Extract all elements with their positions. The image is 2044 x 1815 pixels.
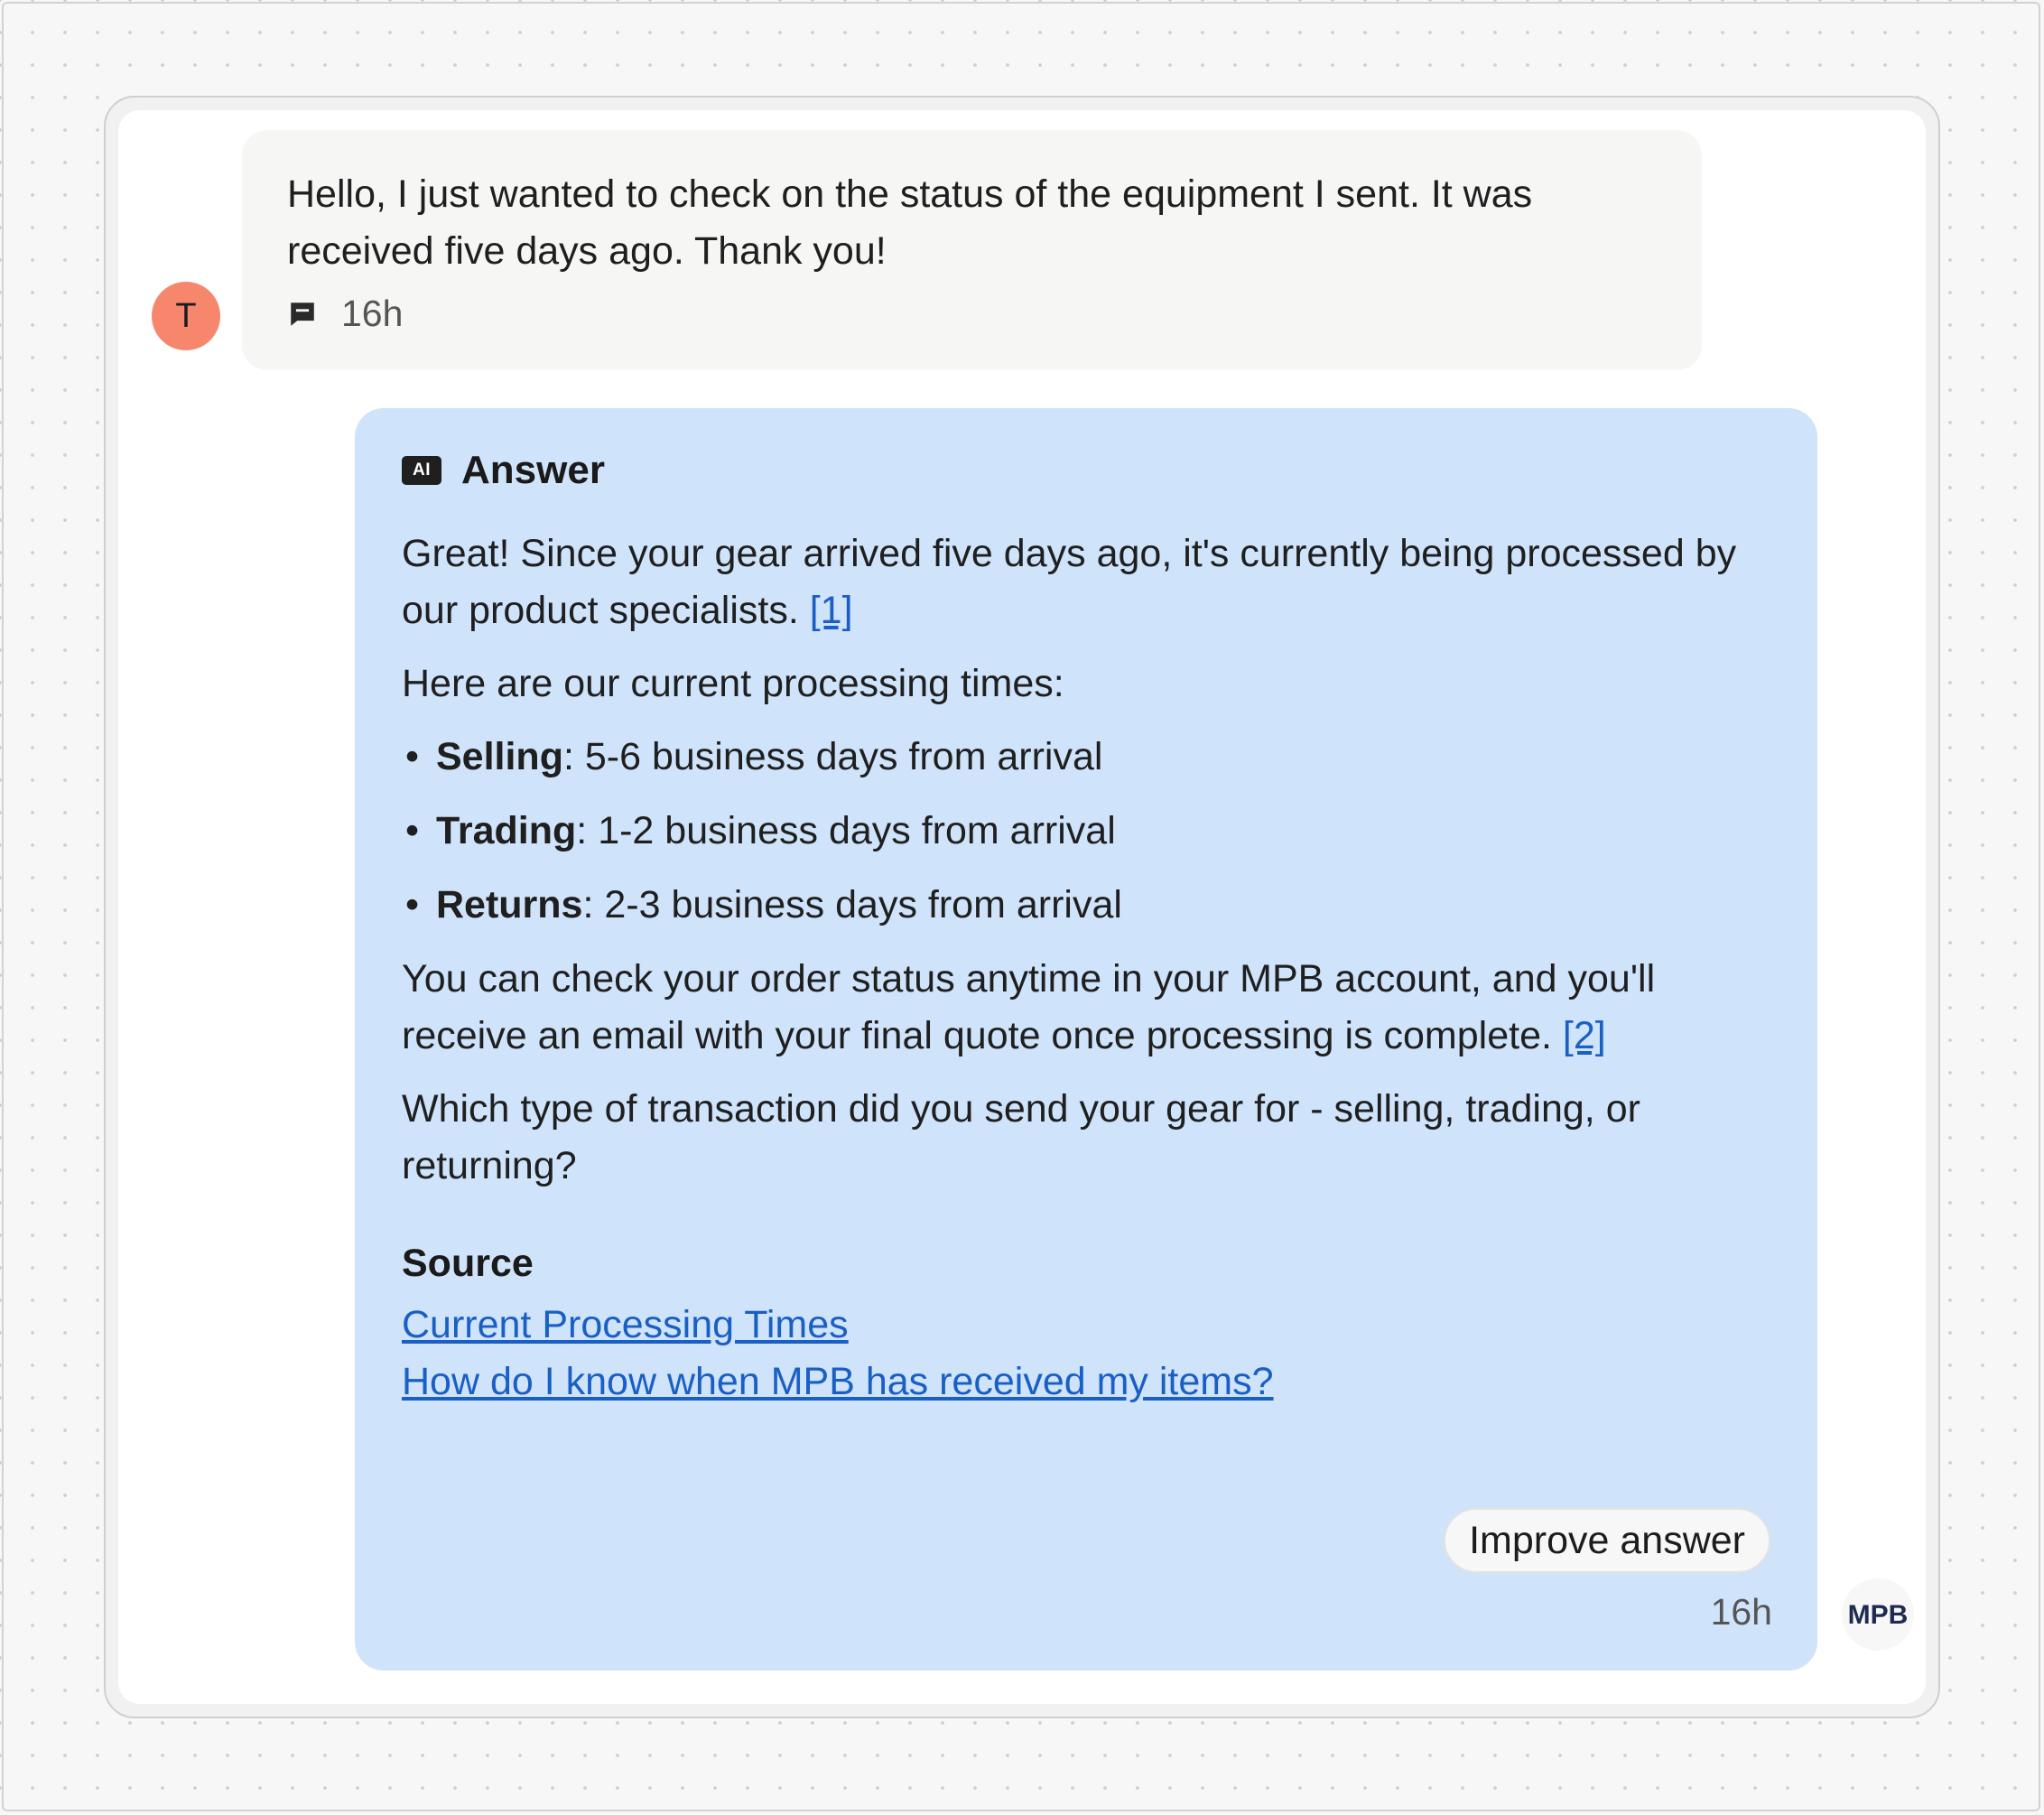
- mpb-logo-text: MPB: [1848, 1600, 1909, 1630]
- citation-link-2[interactable]: [2]: [1563, 1014, 1606, 1057]
- conversation-card: T Hello, I just wanted to check on the s…: [118, 110, 1926, 1704]
- answer-paragraph-text: Great! Since your gear arrived five days…: [402, 532, 1737, 632]
- source-link-received-items[interactable]: How do I know when MPB has received my i…: [402, 1354, 1770, 1410]
- mpb-logo-icon: MPB: [1848, 1600, 1909, 1630]
- citation-link-1[interactable]: [1]: [810, 589, 853, 632]
- answer-paragraph: You can check your order status anytime …: [402, 951, 1770, 1065]
- user-avatar[interactable]: T: [152, 282, 220, 350]
- list-item: • Trading: 1-2 business days from arrival: [405, 809, 1116, 852]
- source-link-processing-times[interactable]: Current Processing Times: [402, 1297, 1770, 1354]
- processing-times-list: • Selling: 5-6 business days from arrival…: [402, 729, 1770, 934]
- ai-badge-icon: AI: [402, 456, 441, 485]
- improve-answer-button[interactable]: Improve answer: [1444, 1508, 1770, 1573]
- user-message-text: Hello, I just wanted to check on the sta…: [287, 172, 1533, 273]
- ai-answer-header: AI Answer: [402, 448, 1770, 493]
- source-heading: Source: [402, 1242, 534, 1285]
- list-item-label: Trading: [436, 809, 577, 852]
- ai-answer-time: 16h: [1710, 1591, 1772, 1633]
- answer-paragraph: Here are our current processing times:: [402, 662, 1064, 705]
- answer-paragraph: Great! Since your gear arrived five days…: [402, 526, 1770, 639]
- list-item: • Selling: 5-6 business days from arrival: [405, 735, 1103, 778]
- user-avatar-initial: T: [175, 296, 197, 335]
- list-item-label: Returns: [436, 883, 583, 926]
- ai-answer-bubble: AI Answer Great! Since your gear arrived…: [355, 408, 1817, 1671]
- list-item-text: : 5-6 business days from arrival: [562, 735, 1103, 778]
- bot-avatar[interactable]: MPB: [1842, 1578, 1914, 1651]
- list-item-text: : 1-2 business days from arrival: [576, 809, 1116, 852]
- user-message-meta: 16h: [287, 293, 1657, 335]
- answer-paragraph: Which type of transaction did you send y…: [402, 1087, 1640, 1187]
- chat-bubble-icon: [287, 299, 318, 330]
- ai-answer-title: Answer: [461, 448, 605, 492]
- list-item-text: : 2-3 business days from arrival: [582, 883, 1122, 926]
- user-message-time: 16h: [341, 293, 404, 334]
- conversation-frame: T Hello, I just wanted to check on the s…: [104, 96, 1940, 1718]
- user-message-bubble: Hello, I just wanted to check on the sta…: [242, 130, 1702, 370]
- answer-paragraph-text: You can check your order status anytime …: [402, 957, 1656, 1057]
- list-item: • Returns: 2-3 business days from arrival: [405, 883, 1122, 926]
- list-item-label: Selling: [436, 735, 563, 778]
